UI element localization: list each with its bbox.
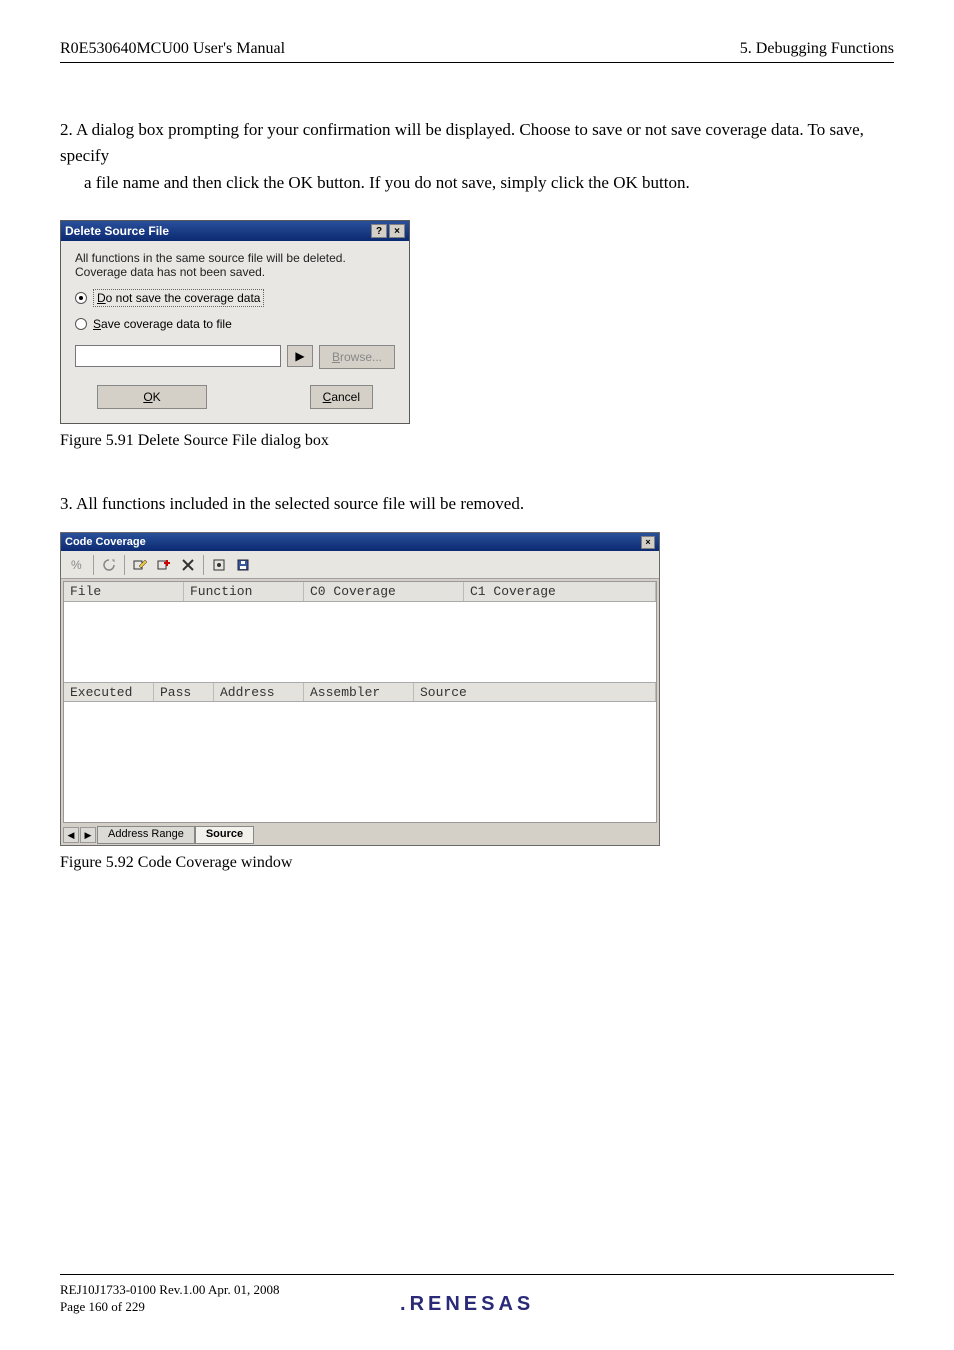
delete-source-file-dialog: Delete Source File ? × All functions in … <box>60 220 410 424</box>
cc-close-button[interactable]: × <box>641 536 655 549</box>
label-save-to-file: Save coverage data to file <box>93 317 232 331</box>
cancel-button[interactable]: Cancel <box>310 385 373 409</box>
header-right: 5. Debugging Functions <box>740 40 894 58</box>
dialog-message-line1: All functions in the same source file wi… <box>75 251 395 265</box>
svg-text:%: % <box>71 558 82 572</box>
cc-bottom-body <box>64 702 656 822</box>
col-assembler[interactable]: Assembler <box>304 683 414 701</box>
browse-button[interactable]: Browse... <box>319 345 395 369</box>
file-path-input[interactable] <box>75 345 281 367</box>
col-address[interactable]: Address <box>214 683 304 701</box>
col-executed[interactable]: Executed <box>64 683 154 701</box>
clear-icon[interactable] <box>208 554 230 576</box>
col-pass[interactable]: Pass <box>154 683 214 701</box>
ok-button[interactable]: OK <box>97 385 207 409</box>
page-footer: REJ10J1733-0100 Rev.1.00 Apr. 01, 2008 P… <box>60 1274 894 1316</box>
cc-toolbar: % <box>61 551 659 579</box>
cc-top-columns: File Function C0 Coverage C1 Coverage <box>64 582 656 602</box>
code-coverage-window: Code Coverage × % File Function C0 Cover… <box>60 532 660 846</box>
header-left: R0E530640MCU00 User's Manual <box>60 40 285 58</box>
dialog-message: All functions in the same source file wi… <box>75 251 395 279</box>
figure-592-caption: Figure 5.92 Code Coverage window <box>60 854 894 872</box>
delete-range-icon[interactable] <box>177 554 199 576</box>
cc-titlebar: Code Coverage × <box>61 533 659 551</box>
tab-address-range[interactable]: Address Range <box>97 826 195 844</box>
cc-tabs: ◀ ▶ Address Range Source <box>61 825 659 845</box>
tab-nav-next[interactable]: ▶ <box>80 827 96 843</box>
mru-button[interactable]: ▶ <box>287 345 313 367</box>
edit-range-icon[interactable] <box>129 554 151 576</box>
tab-nav-prev[interactable]: ◀ <box>63 827 79 843</box>
col-file[interactable]: File <box>64 582 184 601</box>
dialog-titlebar: Delete Source File ? × <box>61 221 409 241</box>
play-icon: ▶ <box>295 349 304 363</box>
add-range-icon[interactable] <box>153 554 175 576</box>
percent-icon[interactable]: % <box>67 554 89 576</box>
step3-text: 3. All functions included in the selecte… <box>60 494 894 514</box>
step2-line1: 2. A dialog box prompting for your confi… <box>60 117 894 170</box>
cc-top-pane: File Function C0 Coverage C1 Coverage Ex… <box>63 581 657 823</box>
tab-source[interactable]: Source <box>195 826 254 844</box>
col-c1[interactable]: C1 Coverage <box>464 582 656 601</box>
cc-bottom-columns: Executed Pass Address Assembler Source <box>64 682 656 702</box>
radio-do-not-save[interactable] <box>75 292 87 304</box>
step2-line2: a file name and then click the OK button… <box>60 170 894 196</box>
renesas-logo: .RENESAS <box>400 1293 534 1316</box>
col-function[interactable]: Function <box>184 582 304 601</box>
dialog-message-line2: Coverage data has not been saved. <box>75 265 395 279</box>
dialog-title: Delete Source File <box>65 224 169 238</box>
cc-title: Code Coverage <box>65 536 146 548</box>
col-source[interactable]: Source <box>414 683 656 701</box>
option-do-not-save[interactable]: Do not save the coverage data <box>75 289 395 307</box>
option-save-to-file[interactable]: Save coverage data to file <box>75 317 395 331</box>
help-button[interactable]: ? <box>371 224 387 238</box>
label-do-not-save: Do not save the coverage data <box>93 289 264 307</box>
col-c0[interactable]: C0 Coverage <box>304 582 464 601</box>
radio-save-to-file[interactable] <box>75 318 87 330</box>
step2-text: 2. A dialog box prompting for your confi… <box>60 117 894 196</box>
cc-top-body <box>64 602 656 682</box>
close-button[interactable]: × <box>389 224 405 238</box>
figure-591-caption: Figure 5.91 Delete Source File dialog bo… <box>60 432 894 450</box>
save-icon[interactable] <box>232 554 254 576</box>
refresh-icon[interactable] <box>98 554 120 576</box>
